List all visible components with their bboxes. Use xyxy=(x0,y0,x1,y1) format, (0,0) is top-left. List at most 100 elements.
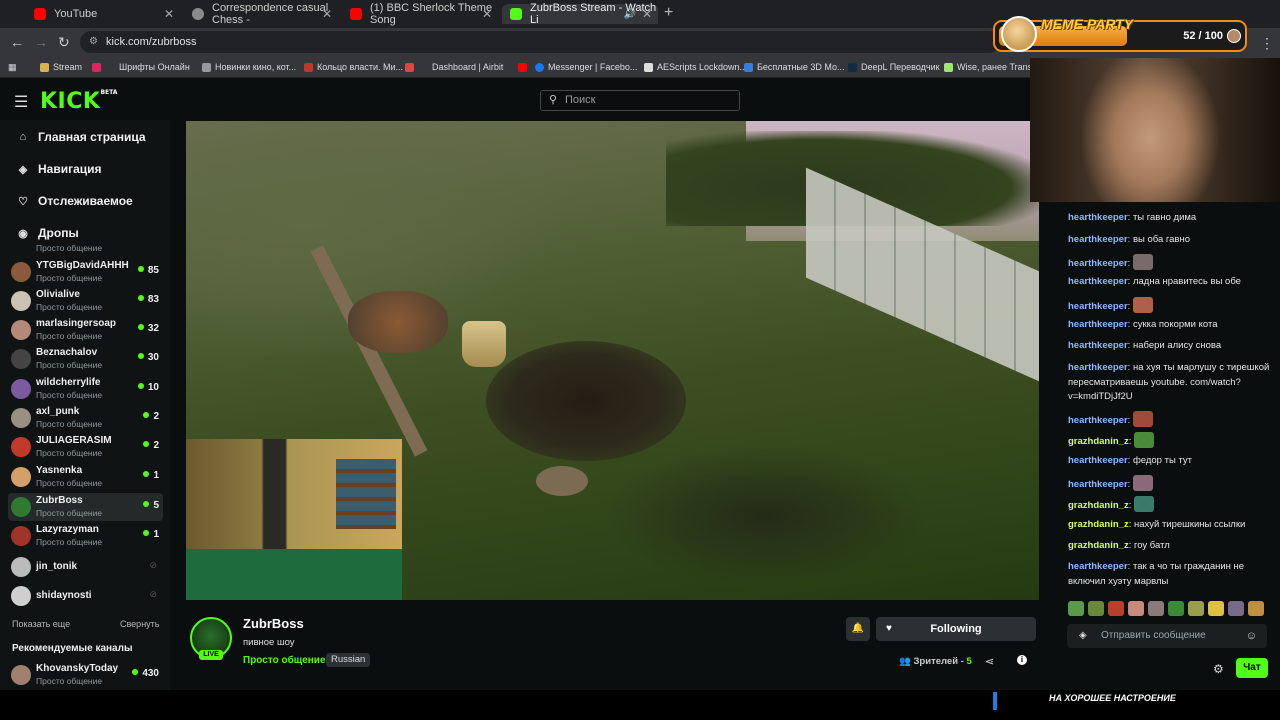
aescripts-icon xyxy=(644,62,653,72)
close-tab-icon[interactable]: ✕ xyxy=(322,7,332,21)
chat-username[interactable]: hearthkeeper xyxy=(1068,415,1128,426)
sidebar-channel[interactable]: Yasnenka Просто общение 1 xyxy=(8,463,163,491)
browser-tab-youtube[interactable]: YouTube ✕ xyxy=(26,4,180,24)
chat-username[interactable]: grazhdanin_z xyxy=(1068,519,1129,530)
offline-icon: ⊘ xyxy=(149,560,157,570)
chat-username[interactable]: hearthkeeper xyxy=(1068,301,1128,312)
live-dot-icon xyxy=(143,471,150,477)
emote-icon[interactable] xyxy=(1088,601,1104,616)
chat-message: hearthkeeper: на хуя ты марлушу с тирешк… xyxy=(1068,361,1273,405)
chat-username[interactable]: hearthkeeper xyxy=(1068,319,1128,330)
bookmark-fonts[interactable]: Шрифты Онлайн xyxy=(92,60,190,74)
emote-icon[interactable] xyxy=(1208,601,1224,616)
recommended-channel[interactable]: KhovanskyToday Просто общение 430 xyxy=(8,661,163,689)
site-info-icon[interactable]: ⚙ xyxy=(89,31,98,53)
emote-icon[interactable] xyxy=(1248,601,1264,616)
chat-username[interactable]: hearthkeeper xyxy=(1068,212,1128,223)
emote-icon[interactable] xyxy=(1188,601,1204,616)
sidebar-channel[interactable]: Beznachalov Просто общение 30 xyxy=(8,345,163,373)
sidebar-item-drops[interactable]: ◉ Дропы xyxy=(16,224,79,242)
speaker-icon[interactable]: 🔊 xyxy=(624,9,636,20)
sidebar-item-browse[interactable]: ◈ Навигация xyxy=(16,160,102,178)
chat-username[interactable]: hearthkeeper xyxy=(1068,561,1128,572)
mood-caption: НА ХОРОШЕЕ НАСТРОЕНИЕ xyxy=(1049,693,1176,703)
chat-username[interactable]: grazhdanin_z xyxy=(1068,540,1129,551)
sidebar-channel[interactable]: axl_punk Просто общение 2 xyxy=(8,404,163,432)
chat-text: : гоу батл xyxy=(1128,540,1170,551)
sidebar-channel-offline[interactable]: shidaynosti ⊘ xyxy=(8,582,163,610)
kick-logo[interactable]: KICKBETA xyxy=(40,89,117,114)
chat-username[interactable]: grazhdanin_z xyxy=(1068,436,1129,447)
emote-icon[interactable] xyxy=(1128,601,1144,616)
emote-icon[interactable] xyxy=(1168,601,1184,616)
chat-message: grazhdanin_z: нахуй тирешкины ссылки xyxy=(1068,518,1273,533)
close-tab-icon[interactable]: ✕ xyxy=(482,7,492,21)
chat-username[interactable]: hearthkeeper xyxy=(1068,455,1128,466)
address-bar[interactable]: ⚙ kick.com/zubrboss xyxy=(80,31,1000,53)
chat-username[interactable]: hearthkeeper xyxy=(1068,234,1128,245)
chat-username[interactable]: hearthkeeper xyxy=(1068,276,1128,287)
bookmark-movies[interactable]: Новинки кино, кот... xyxy=(202,60,296,74)
bookmark-messenger[interactable]: Messenger | Facebo... xyxy=(518,60,637,74)
sidebar-channel-selected[interactable]: ZubrBoss Просто общение 5 xyxy=(8,493,163,521)
emote-icon[interactable] xyxy=(1148,601,1164,616)
bookmark-3d-models[interactable]: Бесплатные 3D Мо... xyxy=(744,60,845,74)
sidebar-channel[interactable]: Olivialive Просто общение 83 xyxy=(8,287,163,315)
show-more-button[interactable]: Показать еще xyxy=(12,619,70,629)
chat-username[interactable]: grazhdanin_z xyxy=(1068,500,1129,511)
sidebar-item-following[interactable]: ♡ Отслеживаемое xyxy=(16,192,133,210)
live-dot-icon xyxy=(137,383,144,389)
reload-icon[interactable]: ↻ xyxy=(58,34,70,51)
emote-icon[interactable] xyxy=(1108,601,1124,616)
collapse-button[interactable]: Свернуть xyxy=(120,619,159,629)
close-tab-icon[interactable]: ✕ xyxy=(642,7,652,21)
follow-button[interactable]: ♥ Following xyxy=(876,617,1036,641)
new-tab-icon[interactable]: + xyxy=(664,4,673,22)
emote-bar[interactable] xyxy=(1068,601,1268,617)
sidebar-channel[interactable]: marlasingersoap Просто общение 32 xyxy=(8,316,163,344)
emoji-icon[interactable]: ☺ xyxy=(1246,624,1257,648)
sidebar-channel[interactable]: wildcherrylife Просто общение 10 xyxy=(8,375,163,403)
chat-send-button[interactable]: Чат xyxy=(1236,658,1268,678)
search-input[interactable]: ⚲ Поиск xyxy=(540,90,740,111)
coin-icon xyxy=(1227,29,1241,43)
browser-tab-sherlock[interactable]: (1) BBC Sherlock Theme Song ✕ xyxy=(342,2,498,26)
chat-username[interactable]: hearthkeeper xyxy=(1068,362,1128,373)
sidebar-channel-offline[interactable]: jin_tonik ⊘ xyxy=(8,553,163,581)
bookmark-aescripts[interactable]: AEScripts Lockdown... xyxy=(644,60,747,74)
sidebar-channel[interactable]: Lazyrazyman Просто общение 1 xyxy=(8,522,163,550)
bookmark-stream[interactable]: Stream xyxy=(40,60,82,74)
bookmark-rings[interactable]: Кольцо власти. Ми... xyxy=(304,60,403,74)
back-icon[interactable]: ← xyxy=(10,34,24,50)
apps-icon[interactable]: ▦ xyxy=(8,60,17,74)
menu-icon[interactable]: ☰ xyxy=(14,92,28,112)
chat-input[interactable]: ◈ Отправить сообщение ☺ xyxy=(1067,624,1267,648)
share-icon[interactable]: ⋖ xyxy=(985,655,994,668)
chat-username[interactable]: hearthkeeper xyxy=(1068,340,1128,351)
sidebar-channel[interactable]: YTGBigDavidAHHH Просто общение 85 xyxy=(8,258,163,286)
browser-tab-chess[interactable]: Correspondence casual Chess - ✕ xyxy=(184,2,338,26)
chat-username[interactable]: hearthkeeper xyxy=(1068,479,1128,490)
info-icon[interactable]: i xyxy=(1017,655,1027,665)
forward-icon[interactable]: → xyxy=(34,34,48,50)
browser-tab-kick[interactable]: ZubrBoss Stream - Watch Li 🔊 ✕ xyxy=(502,2,658,26)
close-tab-icon[interactable]: ✕ xyxy=(164,7,174,21)
language-tag[interactable]: Russian xyxy=(326,653,371,667)
channel-name[interactable]: ZubrBoss xyxy=(243,616,304,631)
sidebar-item-home[interactable]: ⌂ Главная страница xyxy=(16,128,146,146)
notifications-bell-icon[interactable]: 🔔 xyxy=(846,617,870,641)
emote-icon[interactable] xyxy=(1068,601,1084,616)
chat-text: : xyxy=(1128,436,1132,447)
browser-menu-icon[interactable]: ⋮ xyxy=(1260,35,1274,52)
bookmark-airbit[interactable]: Dashboard | Airbit xyxy=(405,60,503,74)
chat-settings-icon[interactable]: ⚙ xyxy=(1213,662,1224,676)
bookmark-deepl[interactable]: DeepL Переводчик xyxy=(848,60,940,74)
sidebar-channel[interactable]: JULIAGERASIM Просто общение 2 xyxy=(8,433,163,461)
stream-category[interactable]: Просто общение xyxy=(243,655,326,666)
chat-message: hearthkeeper: xyxy=(1068,411,1273,429)
chat-text: : федор ты тут xyxy=(1127,455,1192,466)
chat-username[interactable]: hearthkeeper xyxy=(1068,258,1128,269)
sidebar-cut-category: Просто общение xyxy=(36,245,103,253)
chat-emote-icon xyxy=(1132,254,1153,270)
emote-icon[interactable] xyxy=(1228,601,1244,616)
